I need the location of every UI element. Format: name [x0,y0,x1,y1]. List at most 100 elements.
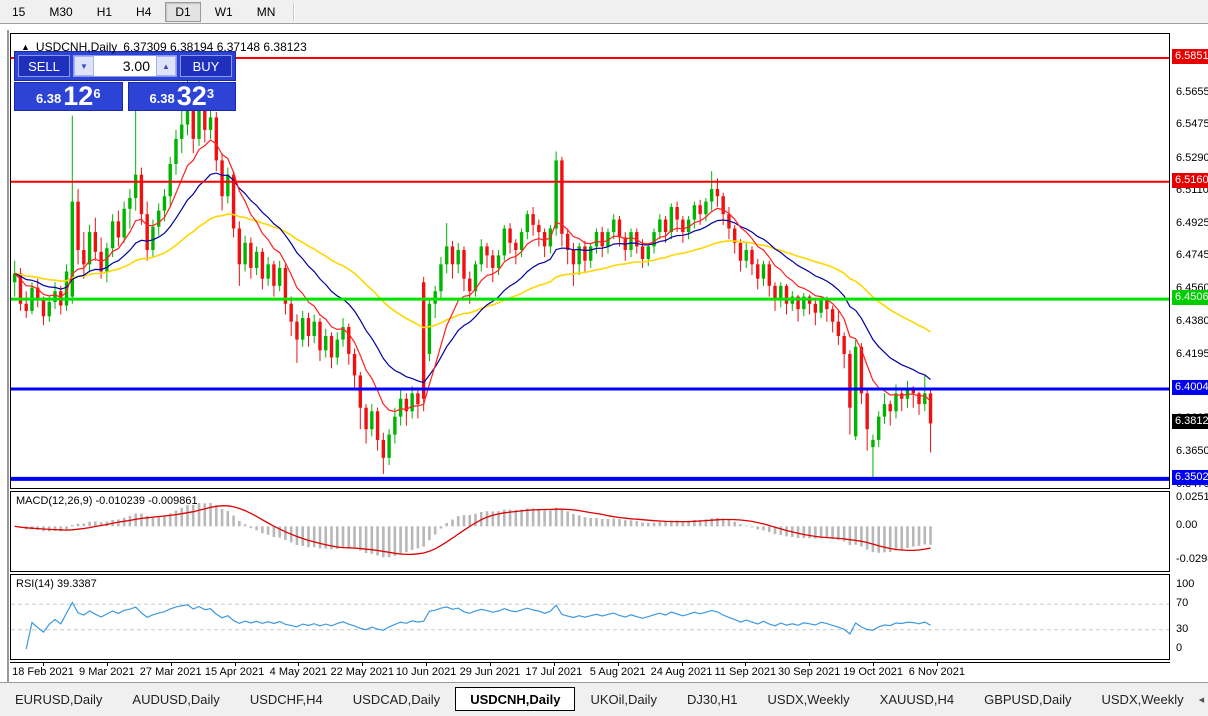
sell-price-base: 6.38 [36,89,61,109]
timeframe-button-15[interactable]: 15 [2,2,35,22]
tab-scroll-controls: ◂▸ [1199,687,1208,706]
timeframe-button-m30[interactable]: M30 [39,2,82,22]
date-tick-mark [618,662,619,666]
price-level-badge: 6.51605 [1172,173,1208,188]
macd-tick: 0.00 [1176,519,1197,531]
main-chart-panel[interactable]: ▲ USDCNH,Daily 6.37309 6.38194 6.37148 6… [10,33,1170,489]
tab-ukoil-daily[interactable]: UKOil,Daily [575,687,671,711]
macd-label: MACD(12,26,9) -0.010239 -0.009861 [16,495,198,507]
date-label: 6 Nov 2021 [909,666,965,678]
ohlc-values: 6.37309 6.38194 6.37148 6.38123 [123,40,307,54]
price-level-badge: 6.45060 [1172,290,1208,305]
collapse-arrow-icon[interactable]: ▲ [21,42,30,52]
volume-input[interactable]: 3.00 [94,56,156,76]
price-tick: 6.49250 [1176,217,1208,229]
timeframe-button-h1[interactable]: H1 [87,2,122,22]
sell-price-pips: 12 [63,84,93,109]
chart-window: ▲ USDCNH,Daily 6.37309 6.38194 6.37148 6… [7,30,1208,682]
price-tick: 6.41950 [1176,348,1208,360]
price-level-badge: 6.35025 [1172,470,1208,485]
date-label: 4 May 2021 [270,666,327,678]
tab-usdcnh-daily[interactable]: USDCNH,Daily [455,687,575,711]
price-tick: 6.56550 [1176,86,1208,98]
tab-usdchf-h4[interactable]: USDCHF,H4 [235,687,338,711]
date-tick-mark [362,662,363,666]
tab-usdx-weekly[interactable]: USDX,Weekly [753,687,865,711]
one-click-trade-panel: SELL ▼ 3.00 ▲ BUY 6.38 12 6 6.38 [14,51,236,111]
date-label: 17 Jul 2021 [525,666,582,678]
date-tick-mark [490,662,491,666]
date-axis[interactable]: 18 Feb 2021 9 Mar 2021 27 Mar 202115 Apr 2… [10,662,1170,682]
rsi-tick: 0 [1176,642,1182,654]
date-label: 29 Jun 2021 [460,666,521,678]
date-tick-mark [171,662,172,666]
timeframe-toolbar: 15M30H1H4D1W1MN [0,0,1208,24]
timeframe-button-d1[interactable]: D1 [165,2,200,22]
date-label: 11 Sep 2021 [715,666,777,678]
date-tick-mark [107,662,108,666]
symbol-name: USDCNH,Daily [36,40,117,54]
date-tick-mark [682,662,683,666]
rsi-chart [11,575,1169,659]
tab-usdcad-daily[interactable]: USDCAD,Daily [338,687,455,711]
date-label: 10 Jun 2021 [396,666,457,678]
date-label: 18 Feb 2021 [12,666,74,678]
timeframe-button-w1[interactable]: W1 [205,2,243,22]
tab-xauusd-h4[interactable]: XAUUSD,H4 [865,687,969,711]
volume-stepper: ▼ 3.00 ▲ [73,55,177,77]
sell-price-point: 6 [93,79,100,109]
toolbar-separator [293,3,294,21]
buy-price-pips: 32 [177,84,207,109]
buy-price-point: 3 [207,79,214,109]
macd-tick: -0.029868 [1176,553,1208,565]
date-tick-mark [873,662,874,666]
chart-tab-bar: EURUSD,DailyAUDUSD,DailyUSDCHF,H4USDCAD,… [0,682,1208,716]
date-label: 27 Mar 2021 [140,666,202,678]
tab-scroll-left-icon[interactable]: ◂ [1199,693,1205,706]
date-tick-mark [43,662,44,666]
volume-decrease-icon[interactable]: ▼ [74,56,94,76]
date-label: 22 May 2021 [330,666,394,678]
date-label: 15 Apr 2021 [205,666,264,678]
date-tick-mark [745,662,746,666]
buy-price-display[interactable]: 6.38 32 3 [128,82,237,111]
date-tick-mark [809,662,810,666]
date-tick-mark [937,662,938,666]
trading-app: 15M30H1H4D1W1MN ▲ USDCNH,Daily 6.37309 6… [0,0,1208,716]
date-tick-mark [554,662,555,666]
sell-price-display[interactable]: 6.38 12 6 [14,82,123,111]
date-label: 9 Mar 2021 [79,666,135,678]
rsi-tick: 70 [1176,597,1188,609]
buy-price-base: 6.38 [149,89,174,109]
macd-tick: 0.025108 [1176,491,1208,503]
price-scale[interactable]: 6.565506.547506.529006.511006.492506.474… [1172,30,1208,682]
price-tick: 6.43800 [1176,315,1208,327]
price-tick: 6.36500 [1176,445,1208,457]
date-label: 19 Oct 2021 [843,666,903,678]
sell-button[interactable]: SELL [18,55,70,77]
rsi-label: RSI(14) 39.3387 [16,578,97,590]
tab-audusd-daily[interactable]: AUDUSD,Daily [117,687,234,711]
timeframe-button-mn[interactable]: MN [247,2,286,22]
date-label: 5 Aug 2021 [590,666,646,678]
date-tick-mark [235,662,236,666]
timeframe-button-h4[interactable]: H4 [126,2,161,22]
date-tick-mark [298,662,299,666]
current-price-badge: 6.38123 [1172,414,1208,429]
rsi-tick: 30 [1176,623,1188,635]
tab-dj30-h1[interactable]: DJ30,H1 [672,687,753,711]
rsi-panel[interactable]: RSI(14) 39.3387 [10,574,1170,660]
price-tick: 6.54750 [1176,118,1208,130]
rsi-tick: 100 [1176,578,1194,590]
price-tick: 6.47450 [1176,249,1208,261]
macd-panel[interactable]: MACD(12,26,9) -0.010239 -0.009861 [10,491,1170,572]
date-tick-mark [426,662,427,666]
price-level-badge: 6.58514 [1172,49,1208,64]
price-level-badge: 6.40042 [1172,380,1208,395]
tab-gbpusd-daily[interactable]: GBPUSD,Daily [969,687,1086,711]
tab-usdx-weekly[interactable]: USDX,Weekly [1087,687,1199,711]
chart-title: ▲ USDCNH,Daily 6.37309 6.38194 6.37148 6… [21,40,307,54]
tab-eurusd-daily[interactable]: EURUSD,Daily [0,687,117,711]
buy-button[interactable]: BUY [180,55,232,77]
volume-increase-icon[interactable]: ▲ [156,56,176,76]
